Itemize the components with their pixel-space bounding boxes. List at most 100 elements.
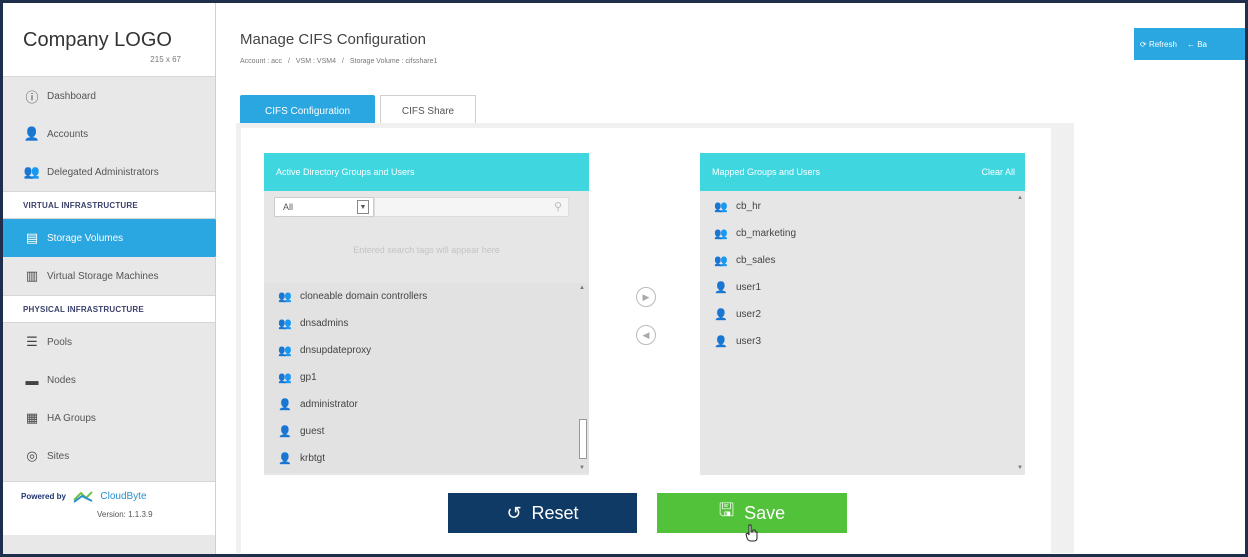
- user-icon: 👤: [278, 453, 292, 465]
- mapped-panel: Mapped Groups and Users Clear All 👥 cb_h…: [700, 153, 1025, 475]
- list-item[interactable]: 👤 guest: [264, 418, 589, 445]
- list-item[interactable]: 👤 krbtgt: [264, 445, 589, 472]
- sidebar-item-storage-volumes[interactable]: ▤ Storage Volumes: [3, 219, 233, 257]
- sidebar-item-ha-groups[interactable]: ▦ HA Groups: [3, 399, 215, 437]
- list-item-label: cb_marketing: [736, 228, 797, 239]
- list-item[interactable]: 👥 cb_hr: [700, 193, 1025, 220]
- back-button[interactable]: ← Ba: [1187, 40, 1207, 49]
- list-item-label: user3: [736, 336, 762, 347]
- filter-row: All ▼ ⚲: [274, 193, 577, 221]
- list-item[interactable]: 👤 administrator: [264, 391, 589, 418]
- panel-header: Active Directory Groups and Users: [264, 153, 589, 191]
- clear-all-button[interactable]: Clear All: [981, 167, 1015, 177]
- scroll-up-icon[interactable]: ▲: [579, 285, 585, 291]
- sidebar-item-label: Nodes: [47, 374, 76, 386]
- grid-icon: ▦: [25, 410, 39, 425]
- mapped-list: 👥 cb_hr 👥 cb_marketing 👥 cb_sales 👤 user…: [700, 193, 1025, 475]
- top-action-bar: ⟳ Refresh ← Ba: [1134, 28, 1245, 60]
- sidebar-item-virtual-storage-machines[interactable]: ▥ Virtual Storage Machines: [3, 257, 215, 295]
- scroll-down-icon[interactable]: ▼: [1017, 465, 1023, 471]
- scroll-thumb[interactable]: [579, 419, 587, 459]
- arrow-right-icon: ▶: [642, 291, 650, 302]
- type-filter-value: All: [283, 202, 294, 212]
- breadcrumb-volume: Storage Volume : cifsshare1: [349, 58, 438, 65]
- list-item[interactable]: 👥 dnsadmins: [264, 310, 589, 337]
- sidebar-item-label: Dashboard: [47, 90, 96, 102]
- group-icon: 👥: [278, 291, 292, 303]
- cloudbyte-logo-icon: [73, 491, 93, 503]
- reset-button[interactable]: ↺ Reset: [448, 493, 637, 533]
- group-icon: 👥: [714, 255, 728, 267]
- hand-cursor-icon: [745, 524, 758, 542]
- user-icon: 👤: [278, 399, 292, 411]
- list-item-label: krbtgt: [300, 453, 326, 464]
- move-left-button[interactable]: ◀: [636, 325, 656, 345]
- main-content: Manage CIFS Configuration Account : acc …: [216, 3, 1245, 554]
- scrollbar[interactable]: ▲ ▼: [579, 283, 587, 473]
- sidebar-item-label: Pools: [47, 336, 73, 348]
- users-icon: 👥: [23, 164, 41, 179]
- panel-title: Mapped Groups and Users: [712, 167, 821, 177]
- company-logo[interactable]: Company LOGO 215 x 67: [3, 3, 215, 77]
- powered-by: Powered by CloudByte Version: 1.1.3.9: [3, 481, 215, 535]
- sidebar-item-label: Storage Volumes: [47, 232, 124, 244]
- search-input[interactable]: ⚲: [374, 197, 569, 217]
- database-icon: ▤: [25, 230, 39, 245]
- move-right-button[interactable]: ▶: [636, 287, 656, 307]
- available-list: 👥 cloneable domain controllers 👥 dnsadmi…: [264, 283, 589, 473]
- list-item-label: cb_hr: [736, 201, 762, 212]
- user-icon: 👤: [278, 426, 292, 438]
- breadcrumb-separator: /: [341, 58, 344, 65]
- refresh-icon: ⟳: [1140, 39, 1147, 49]
- user-icon: 👤: [714, 282, 728, 294]
- logo-size-hint: 215 x 67: [150, 55, 181, 64]
- server-icon: ▥: [25, 268, 39, 283]
- breadcrumb-account[interactable]: Account : acc: [240, 58, 282, 65]
- list-item[interactable]: 👥 cloneable domain controllers: [264, 283, 589, 310]
- list-item[interactable]: 👥 cb_sales: [700, 247, 1025, 274]
- sidebar-item-dashboard[interactable]: ⓘ Dashboard: [3, 77, 215, 115]
- breadcrumb-vsm[interactable]: VSM : VSM4: [296, 58, 336, 65]
- list-item[interactable]: 👥 cb_marketing: [700, 220, 1025, 247]
- refresh-button[interactable]: ⟳ Refresh: [1140, 40, 1177, 49]
- list-item-label: cloneable domain controllers: [300, 291, 428, 302]
- scroll-down-icon[interactable]: ▼: [579, 465, 585, 471]
- page-title: Manage CIFS Configuration: [240, 31, 426, 48]
- search-icon: ⚲: [553, 201, 562, 213]
- sidebar-item-sites[interactable]: ◎ Sites: [3, 437, 215, 475]
- scroll-up-icon[interactable]: ▲: [1017, 195, 1023, 201]
- list-item[interactable]: 👤 user3: [700, 328, 1025, 355]
- sidebar-item-label: Accounts: [47, 128, 89, 140]
- breadcrumb-separator: /: [287, 58, 290, 65]
- sidebar-item-accounts[interactable]: 👤 Accounts: [3, 115, 215, 153]
- sidebar-item-label: Sites: [47, 450, 70, 462]
- group-icon: 👥: [278, 318, 292, 330]
- group-icon: 👥: [278, 372, 292, 384]
- layers-icon: ☰: [26, 334, 38, 349]
- list-item[interactable]: 👥 dnsupdateproxy: [264, 337, 589, 364]
- list-item-label: administrator: [300, 399, 358, 410]
- list-item[interactable]: 👤 user2: [700, 301, 1025, 328]
- sidebar-item-delegated-administrators[interactable]: 👥 Delegated Administrators: [3, 153, 215, 191]
- info-circle-icon: ⓘ: [25, 89, 39, 105]
- save-label: Save: [744, 502, 786, 523]
- sidebar-item-label: Virtual Storage Machines: [47, 270, 159, 282]
- chevron-down-icon: ▼: [357, 200, 369, 214]
- arrow-left-icon: ◀: [642, 329, 650, 340]
- list-item-label: guest: [300, 426, 325, 437]
- logo-text: Company LOGO: [23, 29, 172, 51]
- site-icon: ◎: [26, 448, 38, 463]
- sidebar-item-nodes[interactable]: ▬ Nodes: [3, 361, 215, 399]
- reset-label: Reset: [531, 502, 579, 523]
- type-filter-select[interactable]: All ▼: [274, 197, 374, 217]
- sidebar: Company LOGO 215 x 67 ⓘ Dashboard 👤 Acco…: [3, 3, 233, 554]
- list-item-label: dnsadmins: [300, 318, 349, 329]
- panel-header: Mapped Groups and Users Clear All: [700, 153, 1025, 191]
- section-virtual-infrastructure: VIRTUAL INFRASTRUCTURE: [3, 191, 215, 219]
- search-tags-hint: Entered search tags will appear here: [353, 245, 500, 255]
- list-item[interactable]: 👥 gp1: [264, 364, 589, 391]
- list-item[interactable]: 👤 user1: [700, 274, 1025, 301]
- powered-by-label: Powered by: [21, 492, 66, 502]
- sidebar-item-pools[interactable]: ☰ Pools: [3, 323, 215, 361]
- group-icon: 👥: [714, 228, 728, 240]
